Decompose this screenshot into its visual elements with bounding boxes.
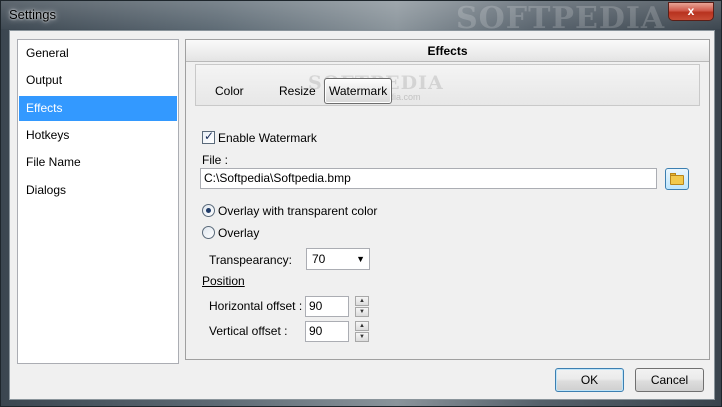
cancel-button[interactable]: Cancel [635, 368, 704, 392]
sidebar-item-file-name[interactable]: File Name [19, 150, 177, 175]
tab-watermark[interactable]: Watermark [324, 78, 393, 104]
browse-file-button[interactable] [665, 168, 689, 190]
horizontal-offset-down-button[interactable]: ▼ [355, 307, 369, 317]
enable-watermark-label[interactable]: Enable Watermark [218, 131, 317, 145]
sidebar-item-effects[interactable]: Effects [19, 96, 177, 121]
transparency-value: 70 [312, 252, 326, 266]
watermark-file-field[interactable]: C:\Softpedia\Softpedia.bmp [200, 168, 657, 189]
window-title: Settings [9, 7, 56, 22]
title-bar[interactable]: Settings SOFTPEDIA x [1, 1, 721, 36]
position-group-label: Position [202, 274, 245, 288]
sidebar-item-output[interactable]: Output [19, 68, 177, 93]
vertical-offset-input[interactable]: 90 [305, 321, 349, 342]
close-icon: x [687, 4, 695, 18]
file-label: File : [202, 153, 229, 167]
ok-button[interactable]: OK [555, 368, 624, 392]
dialog-client-area: General Output Effects Hotkeys File Name… [9, 30, 715, 400]
checkmark-icon: ✓ [204, 129, 215, 143]
horizontal-offset-label: Horizontal offset : [209, 299, 303, 313]
enable-watermark-checkbox[interactable]: ✓ [202, 129, 215, 144]
sidebar-item-general[interactable]: General [19, 41, 177, 66]
chevron-down-icon: ▼ [356, 254, 365, 264]
transparency-label: Transpearancy: [209, 253, 292, 267]
settings-window: Settings SOFTPEDIA x General Output Effe… [0, 0, 722, 407]
transparency-select[interactable]: 70 ▼ [306, 248, 370, 270]
settings-category-list[interactable]: General Output Effects Hotkeys File Name… [17, 39, 179, 364]
panel-title: Effects [186, 40, 709, 62]
horizontal-offset-input[interactable]: 90 [305, 296, 349, 317]
close-button[interactable]: x [668, 2, 714, 21]
overlay-radio[interactable] [202, 226, 215, 239]
effects-tab-bar: SOFTPEDIA www.softpedia.com Color Resize… [195, 64, 700, 106]
horizontal-offset-up-button[interactable]: ▲ [355, 296, 369, 306]
overlay-transparent-radio[interactable] [202, 204, 215, 217]
overlay-label[interactable]: Overlay [218, 226, 259, 240]
sidebar-item-hotkeys[interactable]: Hotkeys [19, 123, 177, 148]
effects-panel: Effects SOFTPEDIA www.softpedia.com Colo… [185, 39, 710, 360]
tab-color[interactable]: Color [211, 81, 248, 103]
vertical-offset-up-button[interactable]: ▲ [355, 321, 369, 331]
vertical-offset-label: Vertical offset : [209, 324, 288, 338]
vertical-offset-down-button[interactable]: ▼ [355, 332, 369, 342]
tab-resize[interactable]: Resize [275, 81, 320, 103]
overlay-transparent-label[interactable]: Overlay with transparent color [218, 204, 377, 218]
sidebar-item-dialogs[interactable]: Dialogs [19, 178, 177, 203]
